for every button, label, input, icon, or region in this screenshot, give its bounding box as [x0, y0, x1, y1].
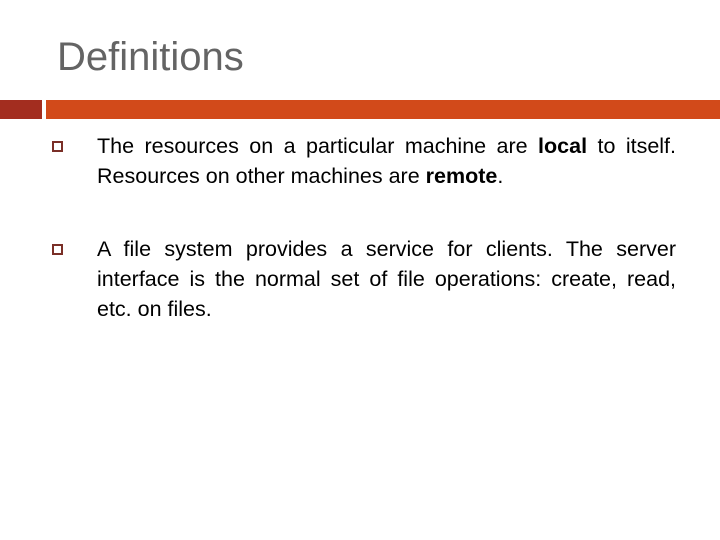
text-run: The resources on a particular machine ar… — [97, 134, 539, 158]
bullet-text: The resources on a particular machine ar… — [97, 131, 676, 191]
title-accent-bar — [46, 100, 720, 119]
term-local: local — [538, 134, 588, 158]
bullet-text: A file system provides a service for cli… — [97, 234, 676, 324]
title-accent-bar-dark — [0, 100, 42, 119]
text-run: A file system provides a service for cli… — [97, 237, 676, 321]
term-remote: remote — [425, 164, 498, 188]
text-run: . — [497, 164, 504, 188]
square-bullet-icon — [52, 244, 63, 255]
slide-title: Definitions — [57, 35, 244, 79]
square-bullet-icon — [52, 141, 63, 152]
